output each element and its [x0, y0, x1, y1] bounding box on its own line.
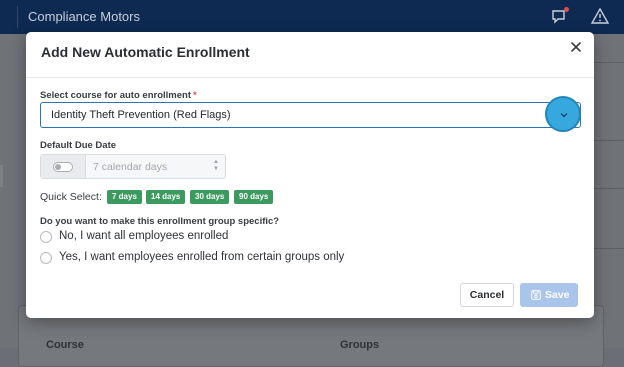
notification-dot	[564, 7, 569, 12]
required-mark: *	[192, 90, 197, 101]
quick-select-30-days[interactable]: 30 days	[190, 190, 230, 204]
save-button-label: Save	[545, 289, 570, 301]
background-row-divider	[594, 248, 624, 249]
top-navigation-bar: Compliance Motors	[0, 0, 624, 34]
radio-button[interactable]	[40, 231, 52, 243]
radio-label: Yes, I want employees enrolled from cert…	[59, 251, 345, 263]
add-enrollment-modal: Add New Automatic Enrollment Select cour…	[26, 32, 594, 318]
chevron-down-icon[interactable]	[545, 96, 581, 132]
group-question: Do you want to make this enrollment grou…	[40, 216, 280, 227]
quick-select-14-days[interactable]: 14 days	[146, 190, 186, 204]
due-date-field[interactable]: 7 calendar days ▲ ▼	[40, 154, 226, 179]
toggle-knob	[55, 164, 61, 170]
app-title: Compliance Motors	[28, 9, 140, 24]
due-date-toggle[interactable]	[53, 162, 73, 172]
megaphone-icon[interactable]	[550, 7, 569, 25]
quick-select-label: Quick Select:	[40, 191, 102, 203]
floppy-disk-icon	[531, 290, 541, 300]
quick-select-90-days[interactable]: 90 days	[234, 190, 274, 204]
background-row-divider	[594, 140, 624, 141]
background-row-divider	[594, 62, 624, 63]
topbar-divider	[17, 6, 18, 28]
course-select-label: Select course for auto enrollment *	[40, 90, 197, 101]
modal-title: Add New Automatic Enrollment	[41, 44, 250, 60]
modal-header-divider	[26, 77, 594, 78]
sidebar-marker	[0, 165, 3, 187]
due-date-label: Default Due Date	[40, 140, 117, 151]
due-date-toggle-area	[41, 155, 86, 178]
course-select-label-text: Select course for auto enrollment	[40, 90, 191, 101]
quick-select-7-days[interactable]: 7 days	[107, 190, 142, 204]
due-date-input[interactable]: 7 calendar days	[93, 161, 167, 173]
course-select[interactable]: Identity Theft Prevention (Red Flags)	[40, 102, 581, 128]
table-header-groups: Groups	[340, 339, 380, 351]
background-row-divider	[594, 188, 624, 189]
radio-button[interactable]	[40, 252, 52, 264]
table-header-course: Course	[46, 339, 84, 351]
close-icon[interactable]	[569, 40, 583, 54]
save-button[interactable]: Save	[520, 283, 578, 307]
cancel-button[interactable]: Cancel	[460, 283, 514, 307]
warning-icon[interactable]	[590, 7, 610, 25]
radio-label: No, I want all employees enrolled	[59, 230, 229, 242]
course-select-value: Identity Theft Prevention (Red Flags)	[51, 109, 231, 121]
number-spinner[interactable]: ▲ ▼	[212, 159, 220, 175]
